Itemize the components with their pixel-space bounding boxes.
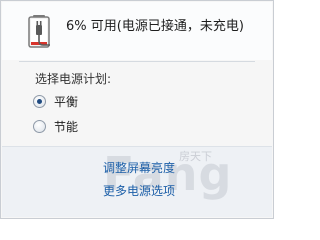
power-plan-option-label: 节能 (54, 120, 79, 134)
power-plan-option-power-saver[interactable]: 节能 (33, 118, 78, 135)
battery-flyout: 6% 可用(电源已接通，未充电) 选择电源计划: 平衡 节能 Fang 房天下 … (0, 0, 274, 219)
divider (19, 61, 255, 62)
power-plan-option-label: 平衡 (54, 95, 79, 109)
battery-status-header: 6% 可用(电源已接通，未充电) (2, 2, 272, 60)
battery-status-text: 6% 可用(电源已接通，未充电) (66, 19, 244, 34)
power-plan-section-label: 选择电源计划: (35, 72, 112, 86)
power-plan-option-balanced[interactable]: 平衡 (33, 93, 78, 110)
battery-plugged-icon (24, 11, 60, 51)
more-power-options-link[interactable]: 更多电源选项 (103, 182, 175, 199)
adjust-screen-brightness-link[interactable]: 调整屏幕亮度 (103, 159, 175, 176)
radio-button[interactable] (33, 95, 46, 108)
radio-button[interactable] (33, 120, 46, 133)
